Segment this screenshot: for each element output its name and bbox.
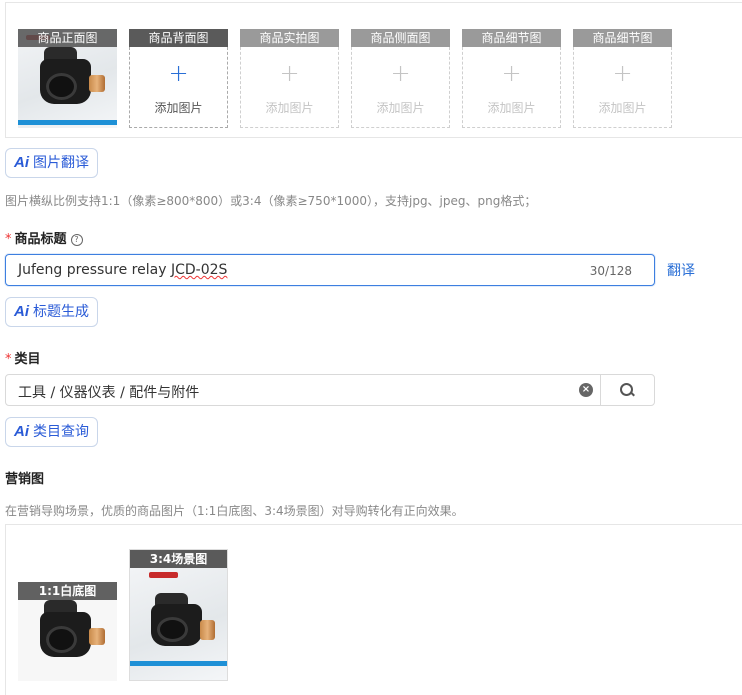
category-value: 工具 / 仪器仪表 / 配件与附件 xyxy=(18,385,200,401)
required-mark: * xyxy=(5,232,12,247)
image-slot-side[interactable]: 商品侧面图 + 添加图片 xyxy=(351,29,450,128)
clear-circle-icon[interactable]: × xyxy=(579,383,593,397)
marketing-image-square[interactable]: 1:1白底图 xyxy=(18,582,117,681)
plus-icon: + xyxy=(501,59,522,87)
title-label-row: * 商品标题? xyxy=(5,228,83,247)
ai-icon: Ai xyxy=(14,423,29,440)
category-search-button[interactable] xyxy=(600,375,654,405)
add-image-label: 添加图片 xyxy=(154,101,203,115)
slot-header: 商品正面图 xyxy=(18,29,117,47)
relay-face xyxy=(157,617,189,642)
slot-header: 商品实拍图 xyxy=(240,29,339,47)
image-slot-front[interactable]: 商品正面图 xyxy=(18,29,117,128)
title-label: 商品标题 xyxy=(14,232,67,247)
add-image-label: 添加图片 xyxy=(598,101,647,115)
image-slot-detail-2[interactable]: 商品细节图 + 添加图片 xyxy=(573,29,672,128)
add-image-area[interactable]: + 添加图片 xyxy=(462,47,561,128)
scene-image-area xyxy=(130,568,227,680)
title-value-text: Jufeng pressure relay xyxy=(18,262,171,278)
image-slot-real[interactable]: 商品实拍图 + 添加图片 xyxy=(240,29,339,128)
category-label-row: * 类目 xyxy=(5,348,41,367)
slot-header: 3:4场景图 xyxy=(130,550,227,568)
relay-fitting xyxy=(89,74,106,93)
image-slot-detail-1[interactable]: 商品细节图 + 添加图片 xyxy=(462,29,561,128)
title-input[interactable]: Jufeng pressure relay JCD-02S 30/128 xyxy=(5,254,655,286)
category-input[interactable]: 工具 / 仪器仪表 / 配件与附件 × xyxy=(5,374,655,406)
add-image-label: 添加图片 xyxy=(376,101,425,115)
marketing-hint: 在营销导购场景，优质的商品图片（1:1白底图、3:4场景图）对导购转化有正向效果… xyxy=(5,504,464,518)
main-image-panel: 商品正面图 商品背面图 + 添加图片 商品实拍图 + 添加图片 商品侧面图 + … xyxy=(5,2,742,138)
image-spec-hint: 图片横纵比例支持1:1（像素≥800*800）或3:4（像素≥750*1000）… xyxy=(5,194,537,208)
title-value-flagged: JCD-02S xyxy=(170,262,228,278)
plus-icon: + xyxy=(168,59,189,87)
add-image-label: 添加图片 xyxy=(265,101,314,115)
question-circle-icon[interactable]: ? xyxy=(70,234,83,246)
add-image-area[interactable]: + 添加图片 xyxy=(240,47,339,128)
marketing-image-panel: 1:1白底图 3:4场景图 xyxy=(5,524,742,695)
ai-image-translate-label: 图片翻译 xyxy=(33,155,89,171)
relay-fitting xyxy=(89,627,106,646)
category-label: 类目 xyxy=(14,352,41,367)
add-image-area[interactable]: + 添加图片 xyxy=(573,47,672,128)
slot-header: 商品背面图 xyxy=(129,29,228,47)
slot-header: 1:1白底图 xyxy=(18,582,117,600)
marketing-label: 营销图 xyxy=(5,472,45,487)
translate-link[interactable]: 翻译 xyxy=(667,260,695,280)
ai-title-generate-label: 标题生成 xyxy=(33,304,89,320)
marketing-image-portrait[interactable]: 3:4场景图 xyxy=(129,549,228,681)
ai-icon: Ai xyxy=(14,154,29,171)
slot-header: 商品细节图 xyxy=(462,29,561,47)
relay-fitting xyxy=(199,619,216,640)
ai-category-query-label: 类目查询 xyxy=(33,424,89,440)
image-strip xyxy=(130,661,227,666)
add-image-area[interactable]: + 添加图片 xyxy=(129,47,228,128)
ai-icon: Ai xyxy=(14,303,29,320)
search-icon-handle xyxy=(630,391,635,397)
ai-category-query-button[interactable]: Ai 类目查询 xyxy=(5,417,98,447)
ai-title-generate-button[interactable]: Ai 标题生成 xyxy=(5,297,98,327)
title-char-count: 30/128 xyxy=(589,264,632,278)
product-photo xyxy=(130,568,227,680)
plus-icon: + xyxy=(612,59,633,87)
plus-icon: + xyxy=(279,59,300,87)
image-slot-back[interactable]: 商品背面图 + 添加图片 xyxy=(129,29,228,128)
add-image-label: 添加图片 xyxy=(487,101,536,115)
required-mark: * xyxy=(5,352,12,367)
image-strip xyxy=(18,120,117,125)
slot-header: 商品侧面图 xyxy=(351,29,450,47)
brand-logo xyxy=(149,572,179,579)
slot-header: 商品细节图 xyxy=(573,29,672,47)
title-input-value: Jufeng pressure relay JCD-02S xyxy=(18,262,227,278)
add-image-area[interactable]: + 添加图片 xyxy=(351,47,450,128)
ai-image-translate-button[interactable]: Ai 图片翻译 xyxy=(5,148,98,178)
plus-icon: + xyxy=(390,59,411,87)
